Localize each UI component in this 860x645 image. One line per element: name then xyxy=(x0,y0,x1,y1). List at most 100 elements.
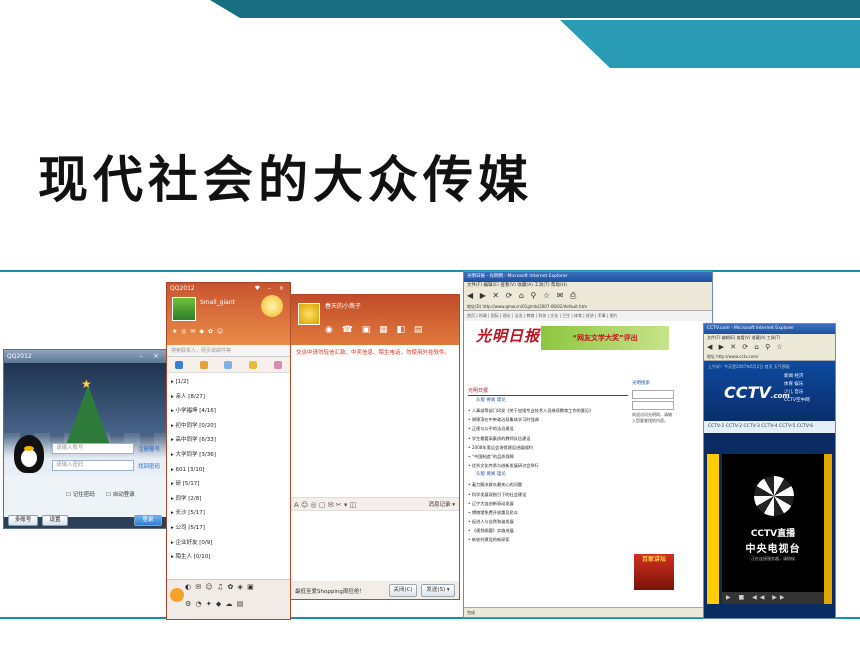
slide-title: 现代社会的大众传媒 xyxy=(38,150,533,209)
status-icons-row[interactable]: ★ ◎ ✉ ◆ ✿ ☺ xyxy=(172,328,224,335)
contact-group[interactable]: ▸ 高中同学 [6/33] xyxy=(167,433,290,448)
headline-link[interactable]: 人事部等部门印发《关于加强专业技术人员继续教育工作的意见》 xyxy=(468,406,628,415)
user-nickname: Small_giant xyxy=(200,299,235,306)
chat-header: 春天的小燕子 ◉ ☎ ▣ ▦ ◧ ▤ xyxy=(291,295,459,345)
player-controls[interactable]: ▶ ■ ◀◀ ▶▶ xyxy=(722,592,824,604)
cctv-logo[interactable]: CCTV.com xyxy=(724,383,790,402)
guangming-logo[interactable]: 光明日报 xyxy=(476,325,540,346)
headline-link[interactable]: “中国制造”的品质保障 xyxy=(468,452,628,461)
cctv-menu-item[interactable]: CCTV空中网 xyxy=(784,397,834,405)
tab-recent-icon[interactable] xyxy=(249,360,258,369)
password-input[interactable]: 请输入密码 xyxy=(52,460,134,471)
contact-group[interactable]: ▸ 小学福坤 [4/16] xyxy=(167,404,290,419)
send-button[interactable]: 发送(S) ▾ xyxy=(421,584,455,597)
ie-address-bar[interactable]: 地址(D) http://www.gmw.cn/01gmrb/2007-06/0… xyxy=(464,303,712,311)
qq-main-panel: QQ2012 ♥ – × Small_giant ★ ◎ ✉ ◆ ✿ ☺ 搜索联… xyxy=(166,282,291,620)
sidebar-search-input[interactable] xyxy=(632,390,674,399)
contact-group[interactable]: ▸ 亲人 [8/27] xyxy=(167,390,290,405)
cctv-menu: 新闻 经济 体育 娱乐 少儿 音乐 CCTV空中网 xyxy=(784,373,834,405)
multi-account-button[interactable]: 多账号 xyxy=(8,515,38,526)
format-toolbar: A ☺ ◎ ▢ ✉ ✂ ▾ ◫ 消息记录 ▾ xyxy=(291,497,459,511)
message-history-area xyxy=(291,359,459,497)
ie-toolbar-icons[interactable]: ◀ ▶ ✕ ⟳ ⌂ ⚲ ☆ ✉ ⎙ xyxy=(464,289,712,303)
live-channel-name: 中央电视台 xyxy=(745,544,801,555)
qq-main-footer: ◐ ✉ ☺ ♫ ✿ ◈ ▣ ⚙ ◔ ✦ ◆ ☁ ▤ xyxy=(167,579,290,619)
headline-link[interactable]: 新农村建设的新探索 xyxy=(468,535,628,544)
tool-icons-row[interactable]: ⚙ ◔ ✦ ◆ ☁ ▤ xyxy=(185,600,244,608)
tab-discussions-icon[interactable] xyxy=(224,360,233,369)
account-input[interactable]: 请输入账号 xyxy=(52,443,134,454)
contact-group[interactable]: ▸ 公司 [5/17] xyxy=(167,521,290,536)
sidebar-select[interactable] xyxy=(632,401,674,410)
sidebar-ad[interactable]: 百家讲坛 xyxy=(634,554,674,590)
ie-toolbar-icons[interactable]: ◀ ▶ ✕ ⟳ ⌂ ⚲ ☆ xyxy=(704,341,835,353)
ad-link[interactable]: 最低至爱Shopping周狂抢！ xyxy=(295,587,365,595)
headline-link[interactable]: 博物馆免费开放惠及民众 xyxy=(468,508,628,517)
format-icons[interactable]: A ☺ ◎ ▢ ✉ ✂ ▾ ◫ xyxy=(294,501,356,509)
section-links[interactable]: 头版 要闻 理论 xyxy=(468,396,628,406)
section-links[interactable]: 头版 要闻 理论 xyxy=(468,470,628,480)
contact-search-input[interactable]: 搜索联系人，网页或邮件等 xyxy=(167,345,290,357)
contact-group[interactable]: ▸ 陌生人 [0/10] xyxy=(167,550,290,565)
message-input[interactable] xyxy=(291,511,459,581)
remember-password-checkbox[interactable]: ☐ 记住密码 xyxy=(66,490,95,498)
auto-login-checkbox[interactable]: ☐ 自动登录 xyxy=(106,490,135,498)
qq-menu-icon[interactable] xyxy=(170,588,184,602)
chat-toolbar-icons[interactable]: ◉ ☎ ▣ ▦ ◧ ▤ xyxy=(325,325,425,335)
ie-address-bar[interactable]: 地址 http://www.cctv.com/ xyxy=(704,353,835,361)
contact-group[interactable]: ▸ 企业好友 [0/9] xyxy=(167,536,290,551)
headline-link[interactable]: 正视与公平的法治建设 xyxy=(468,424,628,433)
headline-link[interactable]: 着力解决群众最关心的问题 xyxy=(468,480,628,489)
cctv-menu-item[interactable]: 少儿 音乐 xyxy=(784,389,834,397)
literature-award-banner[interactable]: “网友文学大奖”评出 xyxy=(541,326,669,350)
live-logo-text: CCTV直播 xyxy=(750,529,796,539)
channel-tabs[interactable]: CCTV-1 CCTV-2 CCTV-3 CCTV-4 CCTV-5 CCTV-… xyxy=(704,421,835,433)
settings-button[interactable]: 设置 xyxy=(42,515,68,526)
headline-link[interactable]: 学生需要高素质的教师队伍建设 xyxy=(468,434,628,443)
forgot-password-link[interactable]: 找回密码 xyxy=(138,462,160,470)
contact-group[interactable]: ▸ 大学同学 [3/36] xyxy=(167,448,290,463)
window-controls[interactable]: – × xyxy=(139,350,163,363)
login-button[interactable]: 登录 xyxy=(134,515,162,526)
contact-group[interactable]: ▸ 同学 [2/8] xyxy=(167,492,290,507)
contact-group[interactable]: ▸ 初中同学 [0/20] xyxy=(167,419,290,434)
contact-group[interactable]: ▸ 长沙 [5/17] xyxy=(167,506,290,521)
contact-group[interactable]: ▸ 601 [3/10] xyxy=(167,463,290,478)
ie-titlebar: CCTV.com - Microsoft Internet Explorer xyxy=(704,324,835,334)
ie-menubar[interactable]: 文件(F) 编辑(E) 查看(V) 收藏(A) 工具(T) xyxy=(704,334,835,341)
cctv-menu-item[interactable]: 体育 娱乐 xyxy=(784,381,834,389)
auto-login-label: 自动登录 xyxy=(112,492,135,498)
ie-menubar[interactable]: 文件(F) 编辑(E) 查看(V) 收藏(A) 工具(T) 帮助(H) xyxy=(464,282,712,289)
cctv-top-links[interactable]: 上午好！今天是2007年6月2日 首页 天气预报 xyxy=(708,364,790,370)
weather-sun-icon[interactable] xyxy=(261,295,283,317)
message-history-button[interactable]: 消息记录 ▾ xyxy=(428,498,455,512)
sidebar-heading: 光明搜索 xyxy=(632,381,650,386)
contact-group[interactable]: ▸ 研 [5/17] xyxy=(167,477,290,492)
register-link[interactable]: 注册账号 xyxy=(138,445,160,453)
cctv-logo-main: CCTV xyxy=(724,383,771,402)
app-icons-row[interactable]: ◐ ✉ ☺ ♫ ✿ ◈ ▣ xyxy=(185,583,255,591)
contact-group[interactable]: ▸ [1/2] xyxy=(167,375,290,390)
cctv-flower-logo-icon xyxy=(754,476,794,516)
header-band xyxy=(0,0,860,68)
user-avatar[interactable] xyxy=(172,297,196,321)
window-controls[interactable]: ♥ – × xyxy=(255,283,287,295)
qq-chat-window: 春天的小燕子 ◉ ☎ ▣ ▦ ◧ ▤ 交谈中请勿轻信汇款、中奖信息、陌生电话，勿… xyxy=(290,294,460,600)
tab-zone-icon[interactable] xyxy=(273,360,282,369)
headline-link[interactable]: 优秀文化传承与创新发展研讨会举行 xyxy=(468,461,628,470)
close-button[interactable]: 关闭(C) xyxy=(389,584,417,597)
headline-link[interactable]: 胡锦涛在中央政治局集体学习时强调 xyxy=(468,415,628,424)
headline-link[interactable]: 辽宁大连创新驱动发展 xyxy=(468,499,628,508)
tab-contacts-icon[interactable] xyxy=(175,360,184,369)
cctv-menu-item[interactable]: 新闻 经济 xyxy=(784,373,834,381)
star-icon: ★ xyxy=(81,377,92,391)
security-notice: 交谈中请勿轻信汇款、中奖信息、陌生电话，勿使用外挂软件。 xyxy=(296,350,451,356)
tab-groups-icon[interactable] xyxy=(199,360,208,369)
headline-link[interactable]: 科学发展观指引下的社会建设 xyxy=(468,490,628,499)
live-video-player[interactable]: CCTV直播 中央电视台 正在连接服务器，请稍候 ▶ ■ ◀◀ ▶▶ xyxy=(722,454,824,604)
headline-link[interactable]: 2008年奥运会场馆建设进展顺利 xyxy=(468,443,628,452)
headline-link[interactable]: 《规划纲要》实施进展 xyxy=(468,526,628,535)
peer-avatar[interactable] xyxy=(298,303,320,325)
headline-link[interactable]: 促进人与自然和谐发展 xyxy=(468,517,628,526)
site-nav[interactable]: 首页 | 时政 | 国际 | 理论 | 法治 | 教育 | 科技 | 文化 | … xyxy=(464,311,712,321)
